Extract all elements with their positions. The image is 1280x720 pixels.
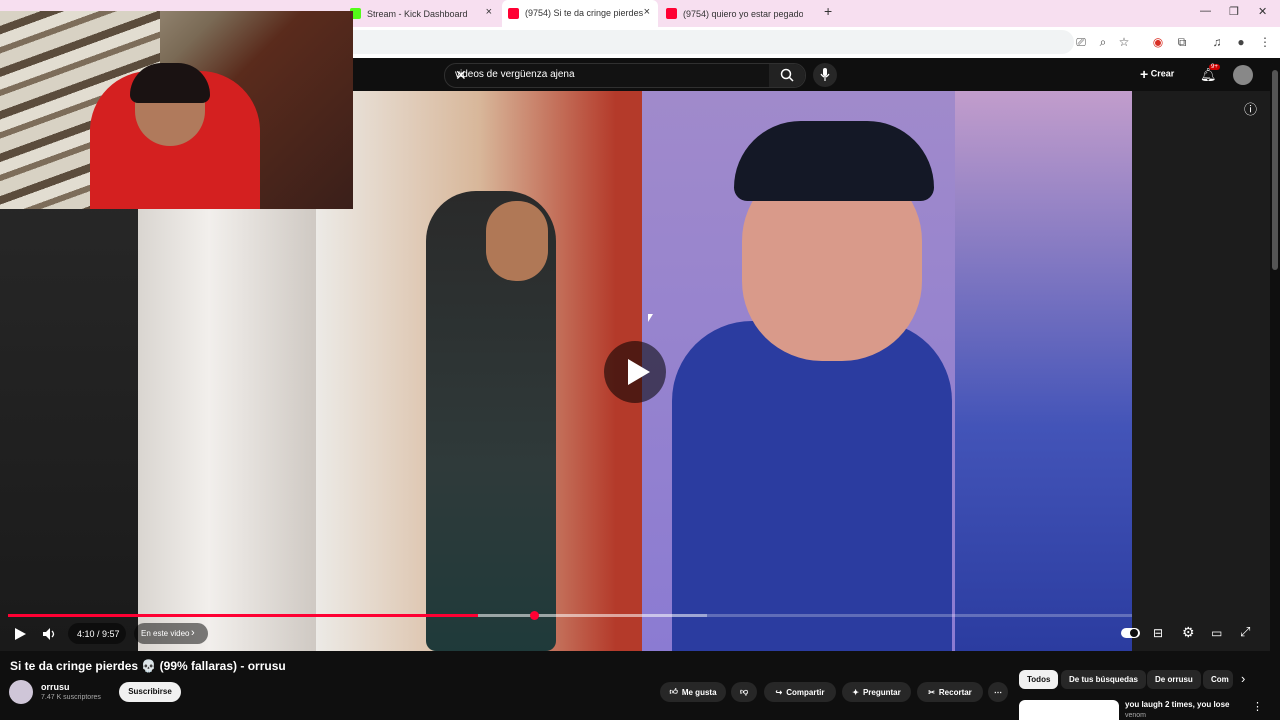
video-frame-blur [955,91,1132,651]
share-icon: ↪ [775,687,783,697]
channel-avatar[interactable] [9,680,33,704]
play-icon[interactable] [14,628,26,640]
autoplay-toggle[interactable] [1121,628,1140,638]
streamer-headphones [130,63,210,103]
more-icon: ⋯ [994,687,1002,697]
record-extension-icon[interactable]: ◉ [1151,35,1165,49]
browser-menu-icon[interactable]: ⋮ [1258,35,1272,49]
mouse-cursor-icon [648,314,653,322]
plus-icon: + [1140,66,1149,82]
notifications-button[interactable]: 🔔︎ 9+ [1200,64,1220,82]
tab-label: (9754) Si te da cringe pierdes 💀 [525,8,645,18]
minimize-icon[interactable]: — [1200,5,1211,17]
subscribe-button[interactable]: Suscribirse [119,682,181,702]
more-actions-button[interactable]: ⋯ [988,682,1008,702]
video-frame-face [642,91,955,651]
profile-icon[interactable]: ● [1234,35,1248,49]
voice-search-button[interactable] [813,63,837,87]
cap [734,121,934,201]
thumbs-down-icon: 👎︎ [739,687,749,696]
create-button[interactable]: + Crear [1140,66,1174,82]
search-icon [780,68,794,82]
close-tab-icon[interactable]: × [486,6,492,18]
like-button[interactable]: 👍︎ Me gusta [660,682,726,702]
miniplayer-icon[interactable]: ▭ [1211,626,1222,640]
share-label: Compartir [786,687,825,697]
tab-kick-dashboard[interactable]: Stream - Kick Dashboard × [350,0,500,27]
youtube-favicon-icon [666,8,677,19]
new-tab-button[interactable]: + [824,3,832,19]
maximize-icon[interactable]: ❐ [1229,5,1239,18]
scrubber-handle[interactable] [530,611,539,620]
ask-button[interactable]: ✦ Preguntar [842,682,911,702]
channel-name[interactable]: orrusu [41,682,70,692]
thumbs-up-icon: 👍︎ [669,687,678,696]
bookmark-star-icon[interactable]: ☆ [1117,35,1131,49]
cast-icon[interactable]: ⎚ [1074,35,1088,49]
dancer-head [486,201,548,281]
clear-search-icon[interactable]: ✕ [455,67,765,84]
tab-youtube-current[interactable]: (9754) Si te da cringe pierdes 💀 × [502,0,658,27]
progress-bar[interactable] [8,614,1132,617]
toggle-knob [1130,629,1138,637]
scrollbar-thumb[interactable] [1272,70,1278,270]
tab-label: Stream - Kick Dashboard [367,8,468,19]
close-window-icon[interactable]: ✕ [1258,5,1267,18]
extensions-icon[interactable]: ⧉ [1175,35,1189,49]
recommended-channel: venom [1125,712,1147,719]
youtube-favicon-icon [508,8,519,19]
clip-button[interactable]: ✂ Recortar [917,682,983,702]
chip-de-tus-busquedas[interactable]: De tus búsquedas [1061,670,1146,689]
search-button[interactable] [769,64,805,87]
subtitles-icon[interactable]: ⊟ [1153,626,1163,640]
scissors-icon: ✂ [928,687,935,697]
fullscreen-icon[interactable]: ⤢ [1240,624,1250,640]
large-play-button[interactable] [604,341,666,403]
ask-label: Preguntar [862,687,901,697]
dislike-button[interactable]: 👎︎ [731,682,757,702]
info-icon[interactable]: ⓘ [1244,99,1257,118]
sparkle-icon: ✦ [852,687,859,697]
played-bar [8,614,478,617]
settings-gear-icon[interactable]: ⚙ [1182,624,1195,641]
chip-com[interactable]: Com [1203,670,1233,689]
create-label: Crear [1150,68,1175,79]
recommended-menu-icon[interactable]: ⋮ [1252,700,1263,713]
jersey [672,321,952,651]
chips-next-icon[interactable]: › [1241,671,1245,686]
media-control-icon[interactable]: ♫ [1210,35,1224,49]
tab-youtube-other[interactable]: (9754) quiero yo estar pegado [666,0,816,27]
zoom-icon[interactable]: ⌕ [1096,35,1110,49]
chip-de-orrusu[interactable]: De orrusu [1147,670,1201,689]
video-title: Si te da cringe pierdes 💀 (99% fallaras)… [10,659,286,673]
recommended-thumbnail[interactable] [1019,700,1119,720]
share-button[interactable]: ↪ Compartir [764,682,836,702]
volume-icon[interactable] [43,628,57,640]
recommended-title[interactable]: you laugh 2 times, you lose [1125,700,1229,709]
microphone-icon [820,68,830,81]
clip-label: Recortar [938,687,972,697]
search-input[interactable]: videos de vergüenza ajena ✕ [444,63,806,88]
like-label: Me gusta [681,687,717,697]
address-bar[interactable] [340,30,1074,54]
subscriber-count: 7.47 K suscriptores [41,694,101,701]
account-avatar[interactable] [1233,65,1253,85]
page-scrollbar[interactable] [1270,58,1280,720]
close-tab-icon[interactable]: × [644,6,650,18]
video-frame-right [1132,91,1270,651]
chevron-right-icon: › [191,627,195,639]
time-text: 4:10 / 9:57 [77,629,120,639]
video-frame-dancer [316,91,642,651]
notification-badge: 9+ [1209,64,1220,70]
tab-label: (9754) quiero yo estar pegado [683,8,803,19]
webcam-overlay [0,11,353,209]
chapter-label: En este video [141,629,190,638]
chip-todos[interactable]: Todos [1019,670,1059,689]
